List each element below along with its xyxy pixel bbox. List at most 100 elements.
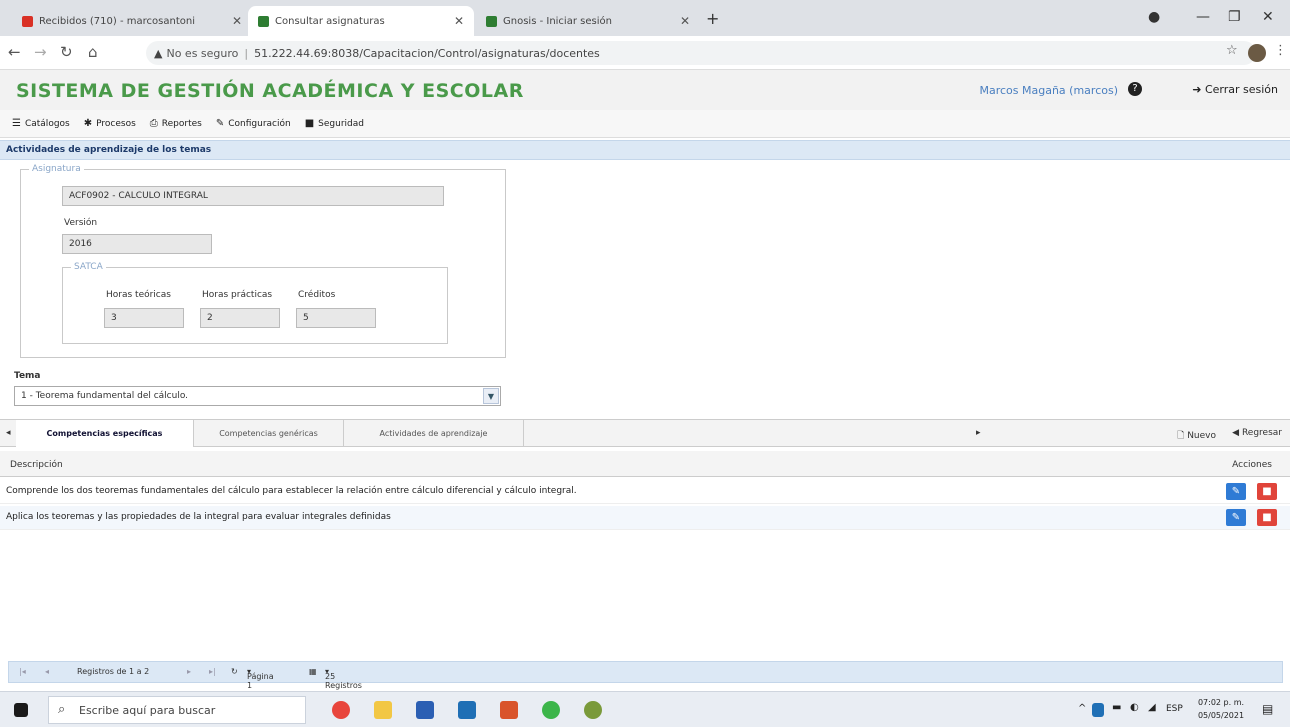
pdf-icon[interactable] xyxy=(500,701,518,719)
browser-tab-label: Recibidos (710) - marcosantoni xyxy=(39,15,195,27)
col-descripcion[interactable]: Descripción xyxy=(10,460,63,470)
notifications-icon[interactable]: ▤ xyxy=(1262,702,1273,716)
refresh-icon[interactable]: ↻ xyxy=(231,667,238,676)
url-field[interactable]: ▲ No es seguro | 51.222.44.69:8038/Capac… xyxy=(146,41,1256,65)
satca-legend: SATCA xyxy=(74,262,103,272)
next-page-icon[interactable]: ▸ xyxy=(187,667,191,676)
taskbar-search[interactable]: ⌕ Escribe aquí para buscar xyxy=(48,696,306,724)
windows-start-icon[interactable] xyxy=(14,703,28,717)
file-explorer-icon[interactable] xyxy=(374,701,392,719)
edit-icon: ✎ xyxy=(1231,486,1241,497)
menu-catalogos[interactable]: ☰ Catálogos xyxy=(12,118,70,129)
regresar-button[interactable]: ◀ Regresar xyxy=(1232,428,1282,438)
pager: |◂ ◂ Registros de 1 a 2 ▸ ▸| ↻ Página 1 … xyxy=(8,661,1283,708)
wrench-icon: ✎ xyxy=(215,118,225,129)
chrome-icon[interactable] xyxy=(332,701,350,719)
tab-scroll-left-icon[interactable]: ◂ xyxy=(6,428,11,438)
edit-button[interactable]: ✎ xyxy=(1226,509,1246,526)
edit-button[interactable]: ✎ xyxy=(1226,483,1246,500)
extension-icon[interactable]: ● xyxy=(1148,9,1160,25)
wifi-icon[interactable]: ◢ xyxy=(1148,702,1156,713)
user-link[interactable]: Marcos Magaña (marcos) xyxy=(979,84,1118,97)
tray-chevron-icon[interactable]: ^ xyxy=(1078,703,1086,714)
trash-icon: ■ xyxy=(1262,512,1272,523)
delete-button[interactable]: ■ xyxy=(1257,483,1277,500)
table-row[interactable]: Aplica los teoremas y las propiedades de… xyxy=(0,506,1290,530)
tab-competencias-especificas[interactable]: Competencias específicas xyxy=(16,420,194,447)
first-page-icon[interactable]: |◂ xyxy=(19,667,26,676)
language-indicator[interactable]: ESP xyxy=(1166,704,1183,714)
browser-tab-gnosis[interactable]: Gnosis - Iniciar sesión ✕ xyxy=(476,6,700,36)
gear-icon: ✱ xyxy=(83,118,93,129)
warning-icon: ▲ xyxy=(154,46,163,60)
menu-label: Catálogos xyxy=(24,118,70,129)
close-tab-icon[interactable]: ✕ xyxy=(232,14,242,28)
new-document-icon: 🗋 xyxy=(1177,431,1188,441)
menu-procesos[interactable]: ✱ Procesos xyxy=(84,118,136,129)
back-arrow-icon: ◀ xyxy=(1232,428,1242,438)
asignatura-legend: Asignatura xyxy=(32,164,81,174)
close-tab-icon[interactable]: ✕ xyxy=(454,14,464,28)
menu-configuracion[interactable]: ✎ Configuración xyxy=(216,118,291,129)
edit-icon: ✎ xyxy=(1231,512,1241,523)
logout-button[interactable]: ➜ Cerrar sesión xyxy=(1192,83,1278,96)
nuevo-button[interactable]: 🗋 Nuevo xyxy=(1177,428,1216,444)
teams-icon[interactable] xyxy=(458,701,476,719)
star-icon[interactable]: ☆ xyxy=(1226,43,1238,58)
logout-icon: ➜ xyxy=(1192,83,1205,96)
search-placeholder: Escribe aquí para buscar xyxy=(79,704,216,717)
restore-icon[interactable]: ❐ xyxy=(1228,9,1241,25)
menu-label: Seguridad xyxy=(318,118,364,129)
address-bar-row: ← → ↻ ⌂ ▲ No es seguro | 51.222.44.69:80… xyxy=(0,36,1290,70)
browser-tab-consultar[interactable]: Consultar asignaturas ✕ xyxy=(248,6,474,36)
browser-tab-label: Gnosis - Iniciar sesión xyxy=(503,15,612,27)
browser-tab-label: Consultar asignaturas xyxy=(275,15,385,27)
gmail-icon xyxy=(22,15,33,27)
home-icon[interactable]: ⌂ xyxy=(88,43,98,61)
reload-icon[interactable]: ↻ xyxy=(60,43,73,61)
row-descripcion: Aplica los teoremas y las propiedades de… xyxy=(6,512,391,522)
new-tab-button[interactable]: + xyxy=(706,9,719,28)
dropbox-icon[interactable] xyxy=(1092,703,1104,717)
trash-icon: ■ xyxy=(1262,486,1272,497)
app-icon[interactable] xyxy=(584,701,602,719)
last-page-icon[interactable]: ▸| xyxy=(209,667,216,676)
tab-actividades-aprendizaje[interactable]: Actividades de aprendizaje xyxy=(344,420,524,447)
menu-reportes[interactable]: ⎙ Reportes xyxy=(150,118,202,129)
table-row[interactable]: Comprende los dos teoremas fundamentales… xyxy=(0,480,1290,504)
row-descripcion: Comprende los dos teoremas fundamentales… xyxy=(6,486,577,496)
site-favicon-icon xyxy=(258,15,269,27)
tab-scroll-right-icon[interactable]: ▸ xyxy=(976,428,981,438)
creditos-label: Créditos xyxy=(298,290,336,300)
tema-select[interactable]: 1 - Teorema fundamental del cálculo. ▼ xyxy=(14,386,501,406)
tab-competencias-genericas[interactable]: Competencias genéricas xyxy=(194,420,344,447)
volume-icon[interactable]: ◐ xyxy=(1130,702,1139,713)
lock-icon: ■ xyxy=(304,118,315,129)
search-icon: ⌕ xyxy=(58,702,66,717)
network-icon[interactable]: ▬ xyxy=(1112,702,1121,713)
records-label: Registros de 1 a 2 xyxy=(77,667,150,676)
browser-tab-gmail[interactable]: Recibidos (710) - marcosantoni ✕ xyxy=(12,6,252,36)
page-select[interactable]: Página 1 ▾ xyxy=(247,667,274,690)
menu-seguridad[interactable]: ■ Seguridad xyxy=(305,118,364,129)
delete-button[interactable]: ■ xyxy=(1257,509,1277,526)
browser-tab-strip: Recibidos (710) - marcosantoni ✕ Consult… xyxy=(0,0,1290,36)
clock[interactable]: 07:02 p. m. 05/05/2021 xyxy=(1196,696,1246,722)
minimize-icon[interactable]: — xyxy=(1196,9,1210,25)
list-icon: ☰ xyxy=(12,118,21,129)
avatar[interactable] xyxy=(1248,44,1266,62)
whatsapp-icon[interactable] xyxy=(542,701,560,719)
chevron-down-icon[interactable]: ▼ xyxy=(483,388,499,404)
close-tab-icon[interactable]: ✕ xyxy=(680,14,690,28)
outlook-icon[interactable] xyxy=(416,701,434,719)
menu-icon[interactable]: ⋮ xyxy=(1274,43,1287,58)
asignatura-field: ACF0902 - CALCULO INTEGRAL xyxy=(62,186,444,206)
forward-icon[interactable]: → xyxy=(34,43,47,61)
help-icon[interactable]: ? xyxy=(1128,82,1142,96)
close-window-icon[interactable]: ✕ xyxy=(1262,9,1274,25)
per-page-select[interactable]: 25 Registros por Página ▾ xyxy=(325,667,362,708)
back-icon[interactable]: ← xyxy=(8,43,21,61)
prev-page-icon[interactable]: ◂ xyxy=(45,667,49,676)
app-header: SISTEMA DE GESTIÓN ACADÉMICA Y ESCOLAR M… xyxy=(0,70,1290,110)
tabs-row: ◂ Competencias específicas Competencias … xyxy=(0,419,1290,447)
